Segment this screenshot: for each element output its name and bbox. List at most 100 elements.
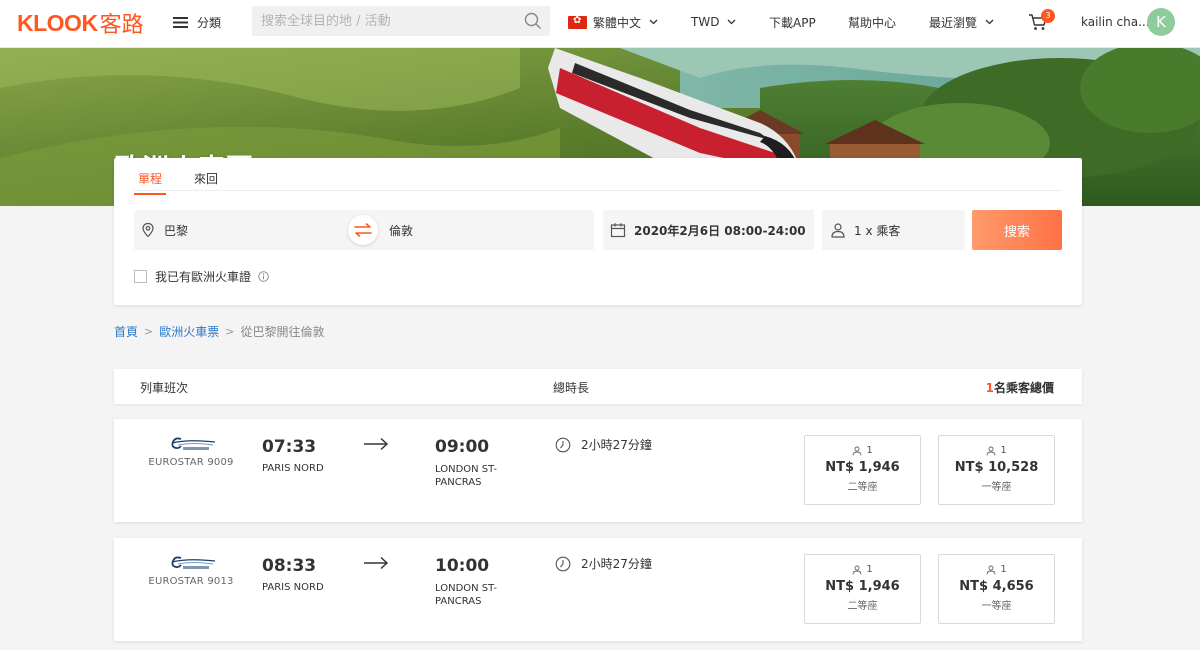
eurostar-logo	[171, 556, 216, 569]
logo-text: KLOOK	[17, 9, 98, 36]
fare-option-first-class[interactable]: 1 NT$ 4,656 一等座	[938, 554, 1055, 624]
origin-value: 巴黎	[164, 223, 189, 238]
trip-duration: 2小時27分鐘	[555, 555, 652, 572]
passenger-value: 1 x 乘客	[854, 223, 901, 238]
train-number: EUROSTAR 9013	[148, 576, 234, 587]
destination-value: 倫敦	[389, 223, 414, 238]
tab-divider	[134, 190, 1062, 191]
arrow-right-icon	[364, 556, 389, 570]
fare-passenger: 1	[805, 564, 920, 575]
search-icon[interactable]	[524, 12, 542, 30]
train-result-card: EUROSTAR 9009 07:33 PARIS NORD 09:00 LON…	[114, 419, 1082, 522]
results-table-header: 列車班次 總時長 1名乘客總價	[114, 369, 1082, 404]
info-icon[interactable]	[258, 271, 269, 282]
top-nav: KLOOK 客路 分類 繁體中文 TWD 下載APP 幫助中心 最近瀏覽	[0, 0, 1200, 48]
arrival-station: LONDON ST-PANCRAS	[435, 583, 497, 607]
rail-pass-option: 我已有歐洲火車證	[134, 268, 269, 285]
search-button[interactable]: 搜索	[972, 210, 1062, 250]
klook-logo[interactable]: KLOOK 客路	[17, 9, 144, 39]
fare-passenger-count: 1	[1000, 445, 1007, 456]
fare-class: 二等座	[847, 601, 878, 612]
departure-time: 07:33	[262, 437, 317, 457]
fare-price: NT$ 4,656	[959, 579, 1034, 594]
currency-selector[interactable]: TWD	[691, 13, 736, 31]
arrow-right-icon	[364, 437, 389, 451]
column-header-train: 列車班次	[140, 381, 189, 395]
hamburger-icon	[173, 16, 188, 28]
passenger-field[interactable]: 1 x 乘客	[822, 210, 965, 250]
recently-viewed-menu[interactable]: 最近瀏覽	[929, 13, 994, 31]
arrival-station: LONDON ST-PANCRAS	[435, 464, 497, 488]
swap-arrows-icon	[354, 223, 372, 237]
trip-duration: 2小時27分鐘	[555, 436, 652, 453]
fare-price: NT$ 1,946	[825, 579, 900, 594]
cart-count-badge: 3	[1041, 9, 1055, 23]
destination-field[interactable]: 倫敦	[361, 210, 594, 250]
person-icon	[831, 223, 845, 238]
column-header-duration: 總時長	[553, 381, 590, 395]
currency-label: TWD	[691, 15, 720, 29]
search-input[interactable]	[252, 6, 512, 36]
rail-pass-checkbox[interactable]	[134, 270, 147, 283]
chevron-right-icon: >	[225, 325, 235, 338]
help-center-link[interactable]: 幫助中心	[848, 13, 896, 31]
swap-stations-button[interactable]	[348, 215, 378, 245]
breadcrumb: 首頁 > 歐洲火車票 > 從巴黎開往倫敦	[114, 323, 324, 340]
breadcrumb-current: 從巴黎開往倫敦	[240, 325, 325, 339]
chevron-down-icon	[985, 19, 994, 25]
chevron-down-icon	[649, 19, 658, 25]
fare-option-second-class[interactable]: 1 NT$ 1,946 二等座	[804, 554, 921, 624]
fare-price: NT$ 1,946	[825, 460, 900, 475]
fare-option-second-class[interactable]: 1 NT$ 1,946 二等座	[804, 435, 921, 505]
train-number: EUROSTAR 9009	[148, 457, 234, 468]
train-search-card: 單程 來回 巴黎 倫敦 2020年2月6日 08:00-24:00 1 x 乘客…	[114, 158, 1082, 305]
breadcrumb-category[interactable]: 歐洲火車票	[159, 323, 219, 340]
download-app-link[interactable]: 下載APP	[769, 13, 816, 31]
fare-passenger-count: 1	[866, 564, 873, 575]
logo-cn-text: 客路	[99, 13, 144, 38]
fare-passenger: 1	[939, 564, 1054, 575]
fare-passenger: 1	[805, 445, 920, 456]
recently-viewed-label: 最近瀏覽	[929, 15, 978, 30]
calendar-icon	[610, 223, 626, 238]
language-label: 繁體中文	[593, 15, 642, 30]
arrival-time: 09:00	[435, 437, 490, 457]
origin-field[interactable]: 巴黎	[134, 210, 361, 250]
user-name[interactable]: kailin cha...	[1081, 15, 1150, 29]
language-selector[interactable]: 繁體中文	[568, 13, 658, 31]
date-field[interactable]: 2020年2月6日 08:00-24:00	[603, 210, 814, 250]
chevron-right-icon: >	[144, 325, 154, 338]
column-header-price: 1名乘客總價	[986, 379, 1054, 396]
train-operator: EUROSTAR 9009	[134, 433, 248, 468]
duration-value: 2小時27分鐘	[581, 438, 652, 452]
departure-station: PARIS NORD	[262, 582, 324, 593]
duration-value: 2小時27分鐘	[581, 557, 652, 571]
location-pin-icon	[142, 222, 154, 238]
fare-option-first-class[interactable]: 1 NT$ 10,528 一等座	[938, 435, 1055, 505]
fare-passenger-count: 1	[1000, 564, 1007, 575]
clock-icon	[555, 556, 571, 571]
arrival-time: 10:00	[435, 556, 490, 576]
price-header-label: 名乘客總價	[993, 381, 1054, 395]
fare-passenger-count: 1	[866, 445, 873, 456]
chevron-down-icon	[727, 19, 736, 25]
breadcrumb-home[interactable]: 首頁	[114, 323, 138, 340]
global-search	[252, 6, 550, 36]
person-icon	[852, 446, 862, 456]
rail-pass-label: 我已有歐洲火車證	[155, 270, 252, 284]
fare-class: 一等座	[981, 601, 1012, 612]
avatar[interactable]: K	[1147, 8, 1175, 36]
departure-station: PARIS NORD	[262, 463, 324, 474]
person-icon	[986, 446, 996, 456]
departure-time: 08:33	[262, 556, 317, 576]
date-value: 2020年2月6日 08:00-24:00	[634, 223, 806, 238]
category-menu-label: 分類	[197, 15, 222, 30]
fare-passenger: 1	[939, 445, 1054, 456]
train-operator: EUROSTAR 9013	[134, 552, 248, 587]
eurostar-logo	[171, 437, 216, 450]
clock-icon	[555, 437, 571, 452]
person-icon	[986, 565, 996, 575]
fare-price: NT$ 10,528	[954, 460, 1039, 475]
category-menu-button[interactable]: 分類	[173, 13, 221, 31]
fare-class: 一等座	[981, 482, 1012, 493]
